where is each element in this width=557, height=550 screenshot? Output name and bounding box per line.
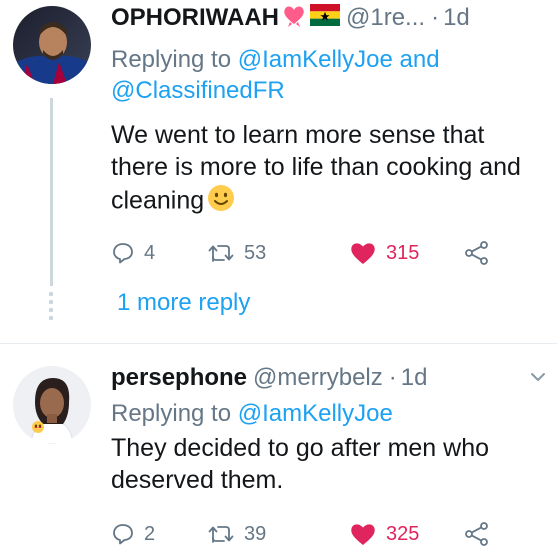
reply-icon bbox=[113, 243, 133, 264]
reply-count: 4 bbox=[144, 241, 156, 264]
more-replies-link[interactable]: 1 more reply bbox=[117, 289, 250, 317]
tweet-actions: 2 39 325 bbox=[111, 519, 531, 549]
tweet-text-content: We went to learn more sense that there i… bbox=[111, 121, 521, 215]
retweet-button[interactable]: 39 bbox=[207, 519, 266, 549]
tweet-actions: 4 53 315 bbox=[111, 238, 531, 268]
timestamp[interactable]: 1d bbox=[443, 4, 470, 32]
replying-to-prefix: Replying to bbox=[111, 46, 232, 73]
timestamp[interactable]: 1d bbox=[401, 364, 428, 392]
retweet-icon bbox=[208, 245, 234, 262]
separator-dot: · bbox=[431, 4, 440, 31]
thread-line bbox=[50, 98, 53, 286]
heart-icon bbox=[351, 243, 375, 264]
tweet-text: We went to learn more sense that there i… bbox=[111, 119, 541, 221]
retweet-icon bbox=[208, 526, 234, 543]
replying-and[interactable]: and bbox=[400, 46, 440, 73]
avatar[interactable] bbox=[13, 366, 91, 444]
like-count: 325 bbox=[386, 522, 420, 545]
reply-button[interactable]: 2 bbox=[111, 519, 155, 549]
mention-link[interactable]: @IamKellyJoe bbox=[238, 46, 393, 73]
share-icon bbox=[465, 522, 488, 546]
reply-button[interactable]: 4 bbox=[111, 238, 155, 268]
ghana-flag-icon bbox=[310, 3, 340, 33]
tweet-text: They decided to go after men who deserve… bbox=[111, 434, 490, 494]
replying-to: Replying to @IamKellyJoe and @Classifine… bbox=[111, 44, 541, 106]
share-button[interactable] bbox=[464, 238, 499, 268]
like-button[interactable]: 325 bbox=[349, 519, 419, 549]
avatar[interactable] bbox=[13, 6, 91, 84]
heart-icon bbox=[351, 524, 375, 545]
chevron-down-icon[interactable] bbox=[527, 366, 549, 388]
tweet[interactable]: OPHORIWAAH @1re... · 1d Replying to @Iam… bbox=[0, 0, 557, 343]
retweet-button[interactable]: 53 bbox=[207, 238, 266, 268]
separator-dot: · bbox=[388, 364, 397, 391]
like-count: 315 bbox=[386, 241, 420, 264]
retweet-count: 53 bbox=[244, 241, 267, 264]
mention-link[interactable]: @IamKellyJoe bbox=[238, 400, 393, 427]
mention-link[interactable]: @ClassifinedFR bbox=[111, 77, 285, 104]
handle[interactable]: @1re... bbox=[346, 4, 425, 32]
display-name[interactable]: persephone bbox=[111, 364, 247, 392]
heart-ribbon-icon bbox=[281, 2, 307, 35]
like-button[interactable]: 315 bbox=[349, 238, 419, 268]
tweet[interactable]: persephone @merrybelz · 1d Replying to @… bbox=[0, 343, 557, 550]
smiling-face-icon bbox=[206, 183, 236, 221]
handle[interactable]: @merrybelz bbox=[253, 364, 383, 392]
tweet-header: persephone @merrybelz · 1d bbox=[111, 360, 547, 396]
thread-dots bbox=[49, 292, 53, 322]
retweet-count: 39 bbox=[244, 522, 267, 545]
replying-to-prefix: Replying to bbox=[111, 400, 232, 427]
share-button[interactable] bbox=[464, 519, 499, 549]
share-icon bbox=[465, 241, 488, 265]
display-name[interactable]: OPHORIWAAH bbox=[111, 4, 279, 32]
tweet-header: OPHORIWAAH @1re... · 1d bbox=[111, 0, 547, 36]
reply-count: 2 bbox=[144, 522, 156, 545]
replying-to: Replying to @IamKellyJoe bbox=[111, 398, 541, 429]
reply-icon bbox=[113, 524, 133, 545]
